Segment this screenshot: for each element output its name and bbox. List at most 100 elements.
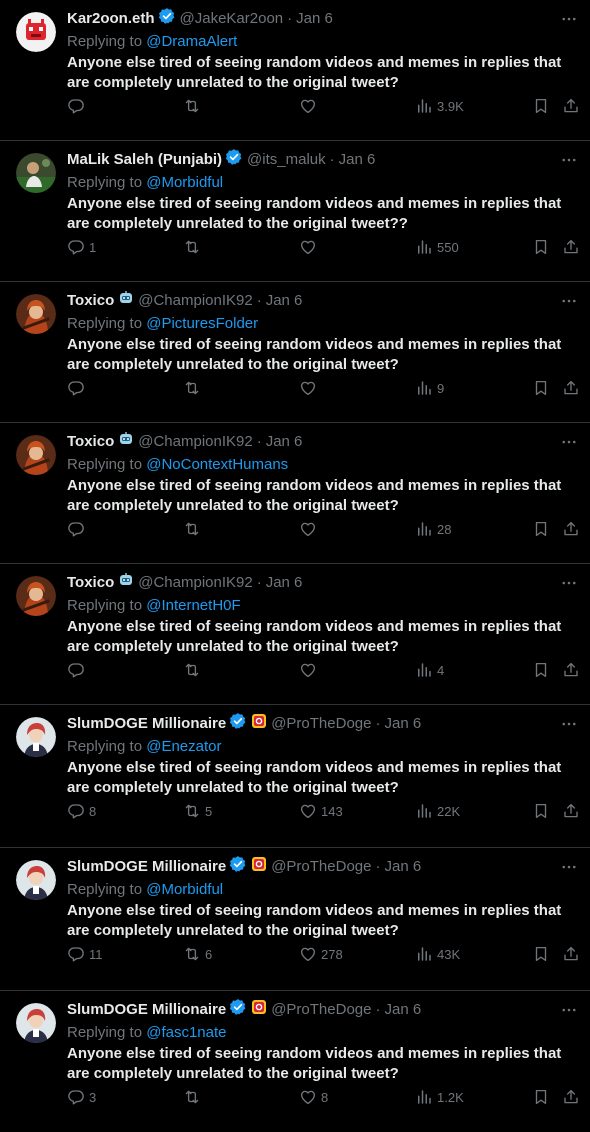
avatar[interactable] bbox=[16, 12, 56, 52]
replying-to-link[interactable]: @fasc1nate bbox=[146, 1024, 226, 1041]
bookmark-button[interactable] bbox=[532, 519, 550, 539]
like-button[interactable] bbox=[299, 660, 321, 680]
like-button[interactable] bbox=[299, 378, 321, 398]
share-button[interactable] bbox=[562, 378, 580, 398]
more-options-icon[interactable] bbox=[558, 8, 580, 30]
tweet[interactable]: Toxico @ChampionIK92 · Jan 6 Replying to… bbox=[0, 282, 590, 423]
reply-button[interactable] bbox=[67, 519, 89, 539]
views-button[interactable]: 550 bbox=[415, 237, 459, 257]
more-options-icon[interactable] bbox=[558, 856, 580, 878]
tweet[interactable]: Toxico @ChampionIK92 · Jan 6 Replying to… bbox=[0, 423, 590, 564]
more-options-icon[interactable] bbox=[558, 290, 580, 312]
bookmark-button[interactable] bbox=[532, 1087, 550, 1107]
views-button[interactable]: 1.2K bbox=[415, 1087, 464, 1107]
more-options-icon[interactable] bbox=[558, 149, 580, 171]
bookmark-button[interactable] bbox=[532, 96, 550, 116]
retweet-button[interactable]: 6 bbox=[183, 944, 212, 964]
reply-button[interactable]: 3 bbox=[67, 1087, 96, 1107]
replying-to-link[interactable]: @NoContextHumans bbox=[146, 456, 288, 473]
avatar[interactable] bbox=[16, 576, 56, 616]
reply-button[interactable]: 1 bbox=[67, 237, 96, 257]
retweet-button[interactable] bbox=[183, 660, 205, 680]
more-options-icon[interactable] bbox=[558, 713, 580, 735]
reply-button[interactable]: 11 bbox=[67, 944, 103, 964]
more-options-icon[interactable] bbox=[558, 999, 580, 1021]
retweet-button[interactable] bbox=[183, 237, 205, 257]
replying-to-link[interactable]: @PicturesFolder bbox=[146, 315, 258, 332]
retweet-button[interactable] bbox=[183, 378, 205, 398]
views-button[interactable]: 3.9K bbox=[415, 96, 464, 116]
handle[interactable]: @ChampionIK92 bbox=[138, 432, 252, 452]
display-name[interactable]: Kar2oon.eth bbox=[67, 9, 155, 29]
handle[interactable]: @ProTheDoge bbox=[271, 714, 371, 734]
display-name[interactable]: Toxico bbox=[67, 432, 114, 452]
like-button[interactable]: 143 bbox=[299, 801, 343, 821]
avatar[interactable] bbox=[16, 153, 56, 193]
handle[interactable]: @ChampionIK92 bbox=[138, 291, 252, 311]
timestamp[interactable]: Jan 6 bbox=[266, 432, 303, 452]
replying-to-link[interactable]: @InternetH0F bbox=[146, 597, 240, 614]
retweet-button[interactable] bbox=[183, 1087, 205, 1107]
replying-to-link[interactable]: @Enezator bbox=[146, 738, 221, 755]
handle[interactable]: @ChampionIK92 bbox=[138, 573, 252, 593]
handle[interactable]: @ProTheDoge bbox=[271, 1000, 371, 1020]
tweet[interactable]: SlumDOGE Millionaire @ProTheDoge · Jan 6… bbox=[0, 848, 590, 991]
display-name[interactable]: SlumDOGE Millionaire bbox=[67, 714, 226, 734]
views-button[interactable]: 9 bbox=[415, 378, 444, 398]
timestamp[interactable]: Jan 6 bbox=[384, 714, 421, 734]
retweet-button[interactable]: 5 bbox=[183, 801, 212, 821]
timestamp[interactable]: Jan 6 bbox=[266, 573, 303, 593]
handle[interactable]: @JakeKar2oon bbox=[180, 9, 284, 29]
avatar[interactable] bbox=[16, 435, 56, 475]
bookmark-button[interactable] bbox=[532, 944, 550, 964]
share-button[interactable] bbox=[562, 801, 580, 821]
tweet[interactable]: MaLik Saleh (Punjabi) @its_maluk · Jan 6… bbox=[0, 141, 590, 282]
more-options-icon[interactable] bbox=[558, 572, 580, 594]
reply-button[interactable] bbox=[67, 378, 89, 398]
bookmark-button[interactable] bbox=[532, 378, 550, 398]
views-button[interactable]: 43K bbox=[415, 944, 460, 964]
display-name[interactable]: SlumDOGE Millionaire bbox=[67, 857, 226, 877]
timestamp[interactable]: Jan 6 bbox=[296, 9, 333, 29]
bookmark-button[interactable] bbox=[532, 801, 550, 821]
share-button[interactable] bbox=[562, 96, 580, 116]
timestamp[interactable]: Jan 6 bbox=[384, 1000, 421, 1020]
retweet-button[interactable] bbox=[183, 96, 205, 116]
tweet[interactable]: Kar2oon.eth @JakeKar2oon · Jan 6 Replyin… bbox=[0, 0, 590, 141]
more-options-icon[interactable] bbox=[558, 431, 580, 453]
share-button[interactable] bbox=[562, 944, 580, 964]
tweet[interactable]: SlumDOGE Millionaire @ProTheDoge · Jan 6… bbox=[0, 705, 590, 848]
like-button[interactable] bbox=[299, 519, 321, 539]
timestamp[interactable]: Jan 6 bbox=[339, 150, 376, 170]
bookmark-button[interactable] bbox=[532, 660, 550, 680]
share-button[interactable] bbox=[562, 1087, 580, 1107]
like-button[interactable]: 8 bbox=[299, 1087, 328, 1107]
display-name[interactable]: Toxico bbox=[67, 573, 114, 593]
display-name[interactable]: MaLik Saleh (Punjabi) bbox=[67, 150, 222, 170]
share-button[interactable] bbox=[562, 519, 580, 539]
replying-to-link[interactable]: @Morbidful bbox=[146, 881, 223, 898]
avatar[interactable] bbox=[16, 717, 56, 757]
handle[interactable]: @ProTheDoge bbox=[271, 857, 371, 877]
bookmark-button[interactable] bbox=[532, 237, 550, 257]
timestamp[interactable]: Jan 6 bbox=[266, 291, 303, 311]
tweet[interactable]: Toxico @ChampionIK92 · Jan 6 Replying to… bbox=[0, 564, 590, 705]
display-name[interactable]: Toxico bbox=[67, 291, 114, 311]
like-button[interactable] bbox=[299, 96, 321, 116]
handle[interactable]: @its_maluk bbox=[247, 150, 326, 170]
share-button[interactable] bbox=[562, 237, 580, 257]
views-button[interactable]: 22K bbox=[415, 801, 460, 821]
replying-to-link[interactable]: @Morbidful bbox=[146, 174, 223, 191]
timestamp[interactable]: Jan 6 bbox=[384, 857, 421, 877]
views-button[interactable]: 4 bbox=[415, 660, 444, 680]
display-name[interactable]: SlumDOGE Millionaire bbox=[67, 1000, 226, 1020]
replying-to-link[interactable]: @DramaAlert bbox=[146, 33, 237, 50]
reply-button[interactable]: 8 bbox=[67, 801, 96, 821]
avatar[interactable] bbox=[16, 294, 56, 334]
like-button[interactable]: 278 bbox=[299, 944, 343, 964]
like-button[interactable] bbox=[299, 237, 321, 257]
retweet-button[interactable] bbox=[183, 519, 205, 539]
avatar[interactable] bbox=[16, 860, 56, 900]
avatar[interactable] bbox=[16, 1003, 56, 1043]
share-button[interactable] bbox=[562, 660, 580, 680]
